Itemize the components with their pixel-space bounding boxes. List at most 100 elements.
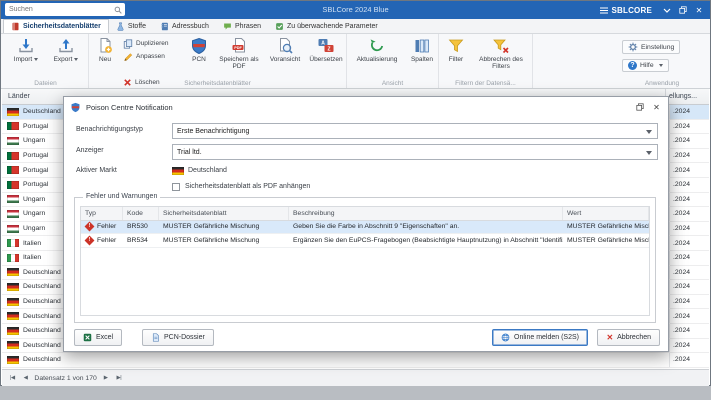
benachrichtigungstyp-select[interactable]: Erste Benachrichtigung	[172, 123, 658, 139]
neu-label: Neu	[99, 56, 111, 63]
anpassen-button[interactable]: Anpassen	[121, 50, 183, 63]
speichern-als-pdf-button[interactable]: PDF Speichern als PDF	[215, 36, 263, 78]
column-header-wert[interactable]: Wert	[563, 207, 649, 220]
date-cell: .2024	[669, 353, 709, 367]
ribbon-tabs: Sicherheitsdatenblätter Stoffe Adressbuc…	[1, 19, 710, 34]
aktualisierung-button[interactable]: Aktualisierung	[349, 36, 405, 78]
tab-label: Zu überwachende Parameter	[287, 22, 378, 30]
new-document-icon	[100, 38, 112, 53]
ribbon: Import Export Dateien Neu Duplizieren An…	[1, 34, 710, 89]
aktiver-markt-flag-icon	[172, 167, 184, 175]
einstellung-button[interactable]: Einstellung	[622, 40, 681, 54]
date-cell: .2024	[669, 105, 709, 119]
search-box[interactable]	[5, 3, 125, 16]
previous-record-button[interactable]: ◀	[22, 375, 30, 381]
column-header-kode[interactable]: Kode	[123, 207, 159, 220]
online-melden-button[interactable]: Online melden (S2S)	[492, 329, 588, 346]
column-header-typ[interactable]: Typ	[81, 207, 123, 220]
excel-button[interactable]: Excel	[74, 329, 123, 346]
flask-icon	[117, 21, 124, 31]
pdf-anhaengen-checkbox[interactable]	[172, 183, 180, 191]
chevron-down-icon	[74, 57, 79, 61]
uebersetzen-button[interactable]: AZ Übersetzen	[307, 36, 345, 78]
anpassen-label: Anpassen	[136, 53, 165, 60]
copy-icon	[123, 38, 133, 49]
ribbon-group-sicherheitsdatenblaetter: Neu Duplizieren Anpassen Löschen PCN PDF…	[89, 34, 347, 88]
abbrechen-label: Abbrechen	[617, 334, 651, 341]
hamburger-icon	[600, 6, 609, 14]
error-typ: Fehler	[97, 236, 117, 244]
group-label-ansicht: Ansicht	[381, 80, 404, 87]
anzeiger-select[interactable]: Trial ltd.	[172, 144, 658, 160]
search-input[interactable]	[9, 6, 114, 13]
dialog-restore-icon[interactable]	[633, 101, 646, 113]
hilfe-label: Hilfe	[640, 62, 654, 69]
date-cell: .2024	[669, 309, 709, 323]
app-root: SBLCore 2024 Blue SBLCORE ✕ Sicherheitsd…	[0, 0, 711, 400]
anzeiger-label: Anzeiger	[76, 147, 104, 154]
column-header-beschreibung[interactable]: Beschreibung	[289, 207, 563, 220]
restore-window-icon[interactable]	[675, 3, 691, 17]
voransicht-button[interactable]: Voransicht	[265, 36, 305, 78]
dialog-close-icon[interactable]: ✕	[650, 101, 663, 113]
column-header-sicherheitsdatenblatt[interactable]: Sicherheitsdatenblatt	[159, 207, 289, 220]
tab-phrasen[interactable]: Phrasen	[216, 19, 268, 33]
next-record-button[interactable]: ▶	[102, 375, 110, 381]
first-record-button[interactable]: |◀	[8, 375, 17, 381]
pcn-dialog: Poison Centre Notification ✕ Benachricht…	[63, 96, 669, 352]
error-diamond-icon: !	[84, 221, 95, 232]
pcn-button[interactable]: PCN	[185, 36, 213, 78]
tab-stoffe[interactable]: Stoffe	[109, 19, 153, 33]
pcn-dossier-button[interactable]: PCN-Dossier	[142, 329, 214, 346]
refresh-icon	[370, 39, 384, 52]
date-cell: .2024	[669, 207, 709, 221]
neu-button[interactable]: Neu	[91, 36, 119, 78]
last-record-button[interactable]: ▶|	[115, 375, 124, 381]
collapse-ribbon-icon[interactable]	[659, 3, 675, 17]
group-label-filtern: Filtern der Datensä...	[455, 80, 516, 87]
tab-label: Adressbuch	[171, 22, 209, 30]
benachrichtigungstyp-value: Erste Benachrichtigung	[177, 127, 250, 135]
country-flag-icon	[7, 282, 19, 291]
dialog-titlebar: Poison Centre Notification	[64, 97, 668, 117]
main-window: SBLCore 2024 Blue SBLCORE ✕ Sicherheitsd…	[0, 0, 711, 386]
close-window-icon[interactable]: ✕	[691, 3, 707, 17]
filter-button[interactable]: Filter	[441, 36, 471, 78]
table-row[interactable]: Deutschland .2024	[2, 353, 709, 368]
titlebar: SBLCore 2024 Blue SBLCORE ✕	[1, 1, 710, 19]
export-button[interactable]: Export	[47, 36, 85, 78]
date-cell: .2024	[669, 163, 709, 177]
import-button[interactable]: Import	[7, 36, 45, 78]
tab-zu-ueberwachende-parameter[interactable]: Zu überwachende Parameter	[268, 19, 385, 33]
error-table-header: Typ Kode Sicherheitsdatenblatt Beschreib…	[81, 207, 649, 221]
tab-label: Sicherheitsdatenblätter	[23, 23, 101, 30]
column-header-laender[interactable]: Länder	[8, 89, 30, 105]
pcn-label: PCN	[192, 56, 206, 63]
globe-icon	[501, 333, 510, 342]
funnel-icon	[448, 39, 464, 53]
abbrechen-des-filters-button[interactable]: Abbrechen des Filters	[473, 36, 529, 78]
import-label: Import	[13, 56, 33, 63]
tab-label: Phrasen	[234, 22, 262, 30]
error-typ: Fehler	[97, 223, 117, 231]
translate-icon: AZ	[318, 39, 334, 52]
ribbon-group-filtern: Filter Abbrechen des Filters Filtern der…	[439, 34, 533, 88]
tab-sicherheitsdatenblaetter[interactable]: Sicherheitsdatenblätter	[3, 19, 109, 33]
error-row[interactable]: ! Fehler BR534 MUSTER Gefährliche Mischun…	[81, 234, 649, 248]
online-melden-label: Online melden (S2S)	[514, 334, 579, 341]
country-label: Deutschland	[23, 356, 61, 364]
column-header-erstellungsdatum[interactable]: ellungs...	[665, 89, 705, 105]
date-cell: .2024	[669, 192, 709, 207]
hilfe-button[interactable]: ? Hilfe	[622, 59, 669, 72]
date-cell: .2024	[669, 119, 709, 134]
abbrechen-button[interactable]: ✕ Abbrechen	[597, 329, 660, 346]
error-row[interactable]: ! Fehler BR530 MUSTER Gefährliche Mischun…	[81, 220, 649, 234]
tab-adressbuch[interactable]: Adressbuch	[153, 19, 216, 33]
dossier-icon	[152, 333, 159, 342]
ribbon-group-ansicht: Aktualisierung Spalten Ansicht	[347, 34, 439, 88]
duplizieren-button[interactable]: Duplizieren	[121, 37, 183, 50]
app-menu-button[interactable]: SBLCORE	[600, 1, 652, 19]
spalten-button[interactable]: Spalten	[407, 36, 437, 78]
import-icon	[19, 39, 33, 53]
excel-label: Excel	[96, 334, 114, 341]
